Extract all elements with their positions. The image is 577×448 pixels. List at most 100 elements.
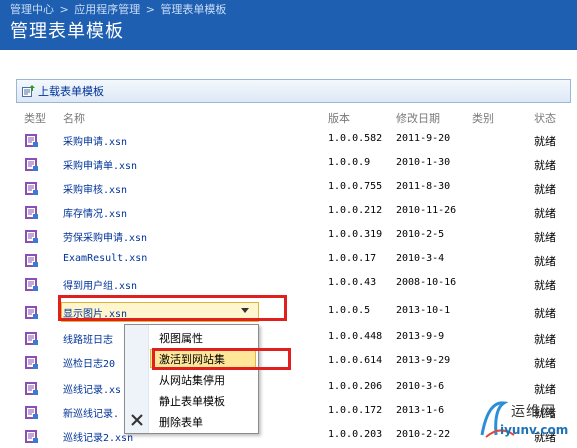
- menu-item-label: 静止表单模板: [159, 395, 225, 408]
- modified-date-cell: 2010-3-4: [396, 253, 445, 264]
- menu-item-delete-form[interactable]: 删除表单: [125, 411, 258, 431]
- red-highlight-annotation: [58, 295, 287, 321]
- modified-date-cell: 2010-2-5: [396, 229, 445, 240]
- version-cell: 1.0.0.582: [328, 133, 383, 144]
- table-row: 采购审核.xsn 1.0.0.755 2011-8-30 就绪: [0, 176, 577, 200]
- menu-item-quiesce-form-template[interactable]: 静止表单模板: [125, 390, 258, 410]
- toolbar: 上载表单模板: [16, 79, 571, 103]
- column-header-status[interactable]: 状态: [534, 110, 556, 126]
- status-cell: 就绪: [534, 279, 556, 292]
- status-cell: 就绪: [534, 255, 556, 268]
- status-cell: 就绪: [534, 183, 556, 196]
- infopath-form-icon: [25, 356, 38, 369]
- status-cell: 就绪: [534, 231, 556, 244]
- modified-date-cell: 2013-1-6: [396, 405, 445, 416]
- menu-item-view-properties[interactable]: 视图属性: [125, 327, 258, 347]
- status-cell: 就绪: [534, 207, 556, 220]
- infopath-form-icon: [25, 158, 38, 171]
- column-header-version[interactable]: 版本: [328, 110, 350, 126]
- template-name-link[interactable]: 采购申请单.xsn: [63, 157, 137, 172]
- status-cell: 就绪: [534, 333, 556, 346]
- modified-date-cell: 2013-10-1: [396, 305, 451, 316]
- infopath-form-icon: [25, 182, 38, 195]
- table-row: 采购申请单.xsn 1.0.0.9 2010-1-30 就绪: [0, 152, 577, 176]
- version-cell: 1.0.0.212: [328, 205, 383, 216]
- infopath-form-icon: [25, 406, 38, 419]
- column-header-name[interactable]: 名称: [63, 110, 85, 126]
- menu-item-label: 视图属性: [159, 332, 203, 345]
- table-row: 劳保采购申请.xsn 1.0.0.319 2010-2-5 就绪: [0, 224, 577, 248]
- infopath-form-icon: [25, 430, 38, 443]
- modified-date-cell: 2010-2-22: [396, 429, 451, 440]
- modified-date-cell: 2010-1-30: [396, 157, 451, 168]
- version-cell: 1.0.0.448: [328, 331, 383, 342]
- table-row: 采购申请.xsn 1.0.0.582 2011-9-20 就绪: [0, 128, 577, 152]
- column-header-type: 类型: [24, 112, 46, 125]
- page-title: 管理表单模板: [10, 21, 124, 42]
- modified-date-cell: 2011-8-30: [396, 181, 451, 192]
- column-header-category[interactable]: 类别: [472, 110, 494, 126]
- template-name-link[interactable]: 得到用户组.xsn: [63, 277, 137, 292]
- version-cell: 1.0.0.614: [328, 355, 383, 366]
- template-name-link[interactable]: 巡线记录2.xsn: [63, 429, 133, 444]
- infopath-form-icon: [25, 206, 38, 219]
- delete-x-icon: [131, 414, 143, 426]
- table-row: 得到用户组.xsn 1.0.0.43 2008-10-16 就绪: [0, 272, 577, 296]
- infopath-form-icon: [25, 134, 38, 147]
- table-row: ExamResult.xsn 1.0.0.17 2010-3-4 就绪: [0, 248, 577, 272]
- infopath-form-icon: [25, 332, 38, 345]
- breadcrumb-separator: >: [59, 3, 69, 16]
- page-header: 管理中心 > 应用程序管理 > 管理表单模板 管理表单模板: [0, 0, 577, 50]
- infopath-form-icon: [25, 382, 38, 395]
- version-cell: 1.0.0.172: [328, 405, 383, 416]
- template-name-link[interactable]: 线路班日志: [63, 331, 113, 346]
- template-name-link[interactable]: 采购申请.xsn: [63, 133, 127, 148]
- upload-icon: [22, 85, 35, 97]
- version-cell: 1.0.0.5: [328, 305, 371, 316]
- breadcrumb: 管理中心 > 应用程序管理 > 管理表单模板: [10, 1, 228, 17]
- watermark-url: iyunv.com: [500, 423, 569, 437]
- status-cell: 就绪: [534, 159, 556, 172]
- version-cell: 1.0.0.319: [328, 229, 383, 240]
- table-row: 库存情况.xsn 1.0.0.212 2010-11-26 就绪: [0, 200, 577, 224]
- status-cell: 就绪: [534, 307, 556, 320]
- menu-item-label: 从网站集停用: [159, 374, 225, 387]
- version-cell: 1.0.0.755: [328, 181, 383, 192]
- column-header-modified[interactable]: 修改日期: [396, 110, 440, 126]
- red-highlight-annotation: [152, 348, 291, 370]
- modified-date-cell: 2011-9-20: [396, 133, 451, 144]
- template-name-link[interactable]: 新巡线记录.: [63, 405, 119, 420]
- infopath-form-icon: [25, 278, 38, 291]
- version-cell: 1.0.0.9: [328, 157, 371, 168]
- breadcrumb-central-admin[interactable]: 管理中心: [10, 3, 54, 16]
- menu-item-deactivate-from-site-collection[interactable]: 从网站集停用: [125, 369, 258, 389]
- modified-date-cell: 2013-9-29: [396, 355, 451, 366]
- modified-date-cell: 2008-10-16: [396, 277, 457, 288]
- status-cell: 就绪: [534, 135, 556, 148]
- version-cell: 1.0.0.203: [328, 429, 383, 440]
- modified-date-cell: 2010-3-6: [396, 381, 445, 392]
- version-cell: 1.0.0.17: [328, 253, 377, 264]
- upload-label: 上载表单模板: [38, 85, 104, 98]
- version-cell: 1.0.0.43: [328, 277, 377, 288]
- template-name-link[interactable]: 采购审核.xsn: [63, 181, 127, 196]
- breadcrumb-separator: >: [145, 3, 155, 16]
- template-name-link[interactable]: ExamResult.xsn: [63, 253, 147, 264]
- context-menu: 视图属性 激活到网站集 从网站集停用 静止表单模板 删除表单: [124, 324, 259, 434]
- infopath-form-icon: [25, 254, 38, 267]
- infopath-form-icon: [25, 230, 38, 243]
- modified-date-cell: 2010-11-26: [396, 205, 457, 216]
- template-name-link[interactable]: 巡线记录.xs: [63, 381, 121, 396]
- upload-form-template-button[interactable]: 上载表单模板: [22, 83, 104, 99]
- template-name-link[interactable]: 劳保采购申请.xsn: [63, 229, 147, 244]
- watermark-text: 运维网: [511, 404, 556, 420]
- breadcrumb-current: 管理表单模板: [160, 3, 227, 16]
- table-row: 线路班日志 1.0.0.448 2013-9-9 就绪: [0, 326, 577, 350]
- template-name-link[interactable]: 库存情况.xsn: [63, 205, 127, 220]
- version-cell: 1.0.0.206: [328, 381, 383, 392]
- menu-item-label: 删除表单: [159, 416, 203, 429]
- modified-date-cell: 2013-9-9: [396, 331, 445, 342]
- template-name-link[interactable]: 巡检日志20: [63, 355, 115, 370]
- breadcrumb-app-management[interactable]: 应用程序管理: [74, 3, 140, 16]
- infopath-form-icon: [25, 306, 38, 319]
